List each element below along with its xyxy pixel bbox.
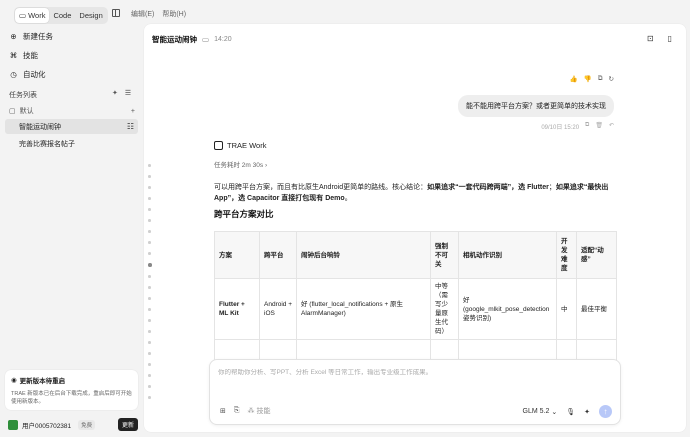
assistant-header: TRAE Work [214,141,266,150]
main-panel: 智能运动闹钟 ▭ 14:20 ⊡ ▯ 👍 👎 ⧉ ↻ 能不能用跨平台方案？或者更… [144,24,686,432]
thumbs-up-icon[interactable]: 👍 [570,75,578,83]
menu-help[interactable]: 帮助(H) [162,9,186,19]
update-icon: ◉ [11,377,17,384]
new-task-icon: ⊕ [10,32,17,41]
message-input[interactable] [218,369,608,376]
table-cell: 中等（需写少量原生代码） [430,278,459,340]
skills-icon: ⁂ [247,408,255,415]
top-menu: 编辑(E) 帮助(H) [131,9,186,19]
nav-skills[interactable]: ⌘ 技能 [9,50,38,61]
folder-icon: ▢ [9,108,16,115]
user-row: 用户0005702381 免费 更新 [8,418,138,431]
table-header: 相机动作识别 [458,231,557,279]
composer-right: GLM 5.2 ⌄ 🎙 ✦ ↑ [523,405,612,418]
scroll-indicator[interactable] [148,164,152,399]
mode-tab-code[interactable]: Code [49,8,75,23]
message-actions: 👍 👎 ⧉ ↻ [570,75,614,83]
thumbs-down-icon[interactable]: 👎 [584,75,592,83]
mode-switch: ▭ Work Code Design [14,7,108,24]
mode-tab-work[interactable]: ▭ Work [15,8,50,23]
composer: ⊞ ⎘ ⁂ 技能 GLM 5.2 ⌄ 🎙 ✦ ↑ [209,359,621,425]
table-header-row: 方案 跨平台 闹钟后台响铃 强制不可关 相机动作识别 开发难度 适配“动感” [214,231,617,279]
sparkle-icon[interactable]: ✦ [584,408,590,416]
update-card: ◉ 更新版本待重启 TRAE 新版本已在后台下载完成，重启后即可开始使用新版本。 [5,370,138,410]
user-message: 能不能用跨平台方案？或者更简单的技术实现 [458,95,614,117]
sidebar: ▭ Work Code Design ⊕ 新建任务 ⌘ 技能 ◷ 自动化 任务列… [0,0,143,437]
update-button[interactable]: 更新 [117,418,138,431]
automation-icon: ◷ [10,70,17,79]
table-header: 强制不可关 [430,231,459,279]
message-meta: 09/10日 15:20 ⧉ 🗑 ↶ [541,122,614,131]
sidebar-toggle-icon[interactable] [112,9,120,17]
task-list-title: 任务列表 [9,92,37,99]
task-menu-icon[interactable]: ☷ [127,122,134,131]
app-window: ▭ Work Code Design ⊕ 新建任务 ⌘ 技能 ◷ 自动化 任务列… [0,0,690,437]
work-icon: ▭ [19,11,27,20]
answer-heading: 跨平台方案对比 [214,209,274,219]
main-header: 智能运动闹钟 ▭ 14:20 [152,34,232,45]
chevron-right-icon: › [264,162,268,169]
table-cell: Flutter + ML Kit [214,278,260,340]
update-description: TRAE 新版本已在后台下载完成，重启后即可开始使用新版本。 [11,391,132,405]
task-group-default[interactable]: ▢ 默认 + [9,106,135,116]
undo-icon[interactable]: ↶ [609,122,614,131]
composer-tools: ⊞ ⎘ ⁂ 技能 [220,406,270,416]
table-header: 跨平台 [259,231,297,279]
table-header: 开发难度 [556,231,577,279]
send-button[interactable]: ↑ [599,405,612,418]
delete-icon[interactable]: 🗑 [595,122,603,131]
copy-icon[interactable]: ⧉ [598,75,603,83]
table-header: 闹钟后台响铃 [296,231,431,279]
table-header: 方案 [214,231,260,279]
model-select[interactable]: GLM 5.2 ⌄ [523,408,558,416]
task-duration[interactable]: 任务耗时 2m 30s › [214,159,267,169]
filter-icon[interactable]: ☰ [125,89,131,97]
trae-logo-icon [214,141,223,150]
table-cell: 好 (google_mlkit_pose_detection 姿势识别) [458,278,557,340]
task-time: 14:20 [214,36,232,43]
header-actions: ⊡ ▯ [647,34,672,43]
table-cell: 最佳平衡 [576,278,617,340]
microphone-icon[interactable]: 🎙 [566,408,575,416]
avatar[interactable] [8,419,18,430]
task-item[interactable]: 完善比赛报名帖子 [5,136,138,151]
answer-paragraph: 可以用跨平台方案，而且有比原生Android更简单的路线。核心结论：如果追求“一… [214,184,609,202]
plan-badge: 免费 [78,419,96,430]
panel-icon[interactable]: ▯ [668,34,672,43]
page-title: 智能运动闹钟 [152,35,197,44]
skills-icon: ⌘ [9,51,18,60]
sparkle-icon[interactable]: ✦ [112,89,118,97]
user-name: 用户0005702381 [22,422,72,430]
preview-icon[interactable]: ⊡ [647,34,654,43]
chevron-down-icon: ⌄ [551,408,558,416]
table-cell: Android + iOS [259,278,297,340]
nav-automation[interactable]: ◷ 自动化 [9,69,45,80]
attach-icon[interactable]: ⎘ [234,407,240,415]
table-cell: 好 (flutter_local_notifications + 原生 Alar… [296,278,431,340]
menu-edit[interactable]: 编辑(E) [131,9,154,19]
table-header: 适配“动感” [576,231,617,279]
nav-new-task[interactable]: ⊕ 新建任务 [9,31,53,42]
skills-button[interactable]: ⁂ 技能 [247,406,270,416]
task-list-actions: ✦ ☰ [112,89,131,97]
folder-icon: ▭ [202,35,210,44]
message-time: 09/10日 15:20 [541,125,580,131]
task-item[interactable]: 智能运动闹钟 ☷ [5,119,138,134]
mode-tab-design[interactable]: Design [75,8,106,23]
refresh-icon[interactable]: ↻ [609,75,614,83]
image-icon[interactable]: ⊞ [220,407,226,415]
copy-message-icon[interactable]: ⧉ [585,122,589,131]
add-task-icon[interactable]: + [131,108,135,115]
table-cell: 中 [556,278,577,340]
update-title: ◉ 更新版本待重启 [11,377,66,385]
table-row: Flutter + ML Kit Android + iOS 好 (flutte… [214,278,617,340]
